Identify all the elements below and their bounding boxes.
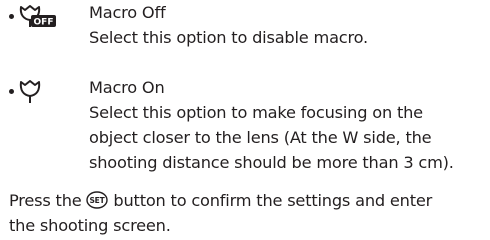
set-button-icon: SET xyxy=(86,191,109,209)
svg-text:OFF: OFF xyxy=(34,18,54,28)
option-title: Macro On xyxy=(89,78,165,97)
option-description: Select this option to make focusing on t… xyxy=(89,103,423,122)
macro-off-icon: OFF xyxy=(18,4,58,30)
macro-on-icon xyxy=(18,79,58,105)
instruction-line-2: the shooting screen. xyxy=(9,216,171,235)
option-description: object closer to the lens (At the W side… xyxy=(89,128,432,147)
option-description: Select this option to disable macro. xyxy=(89,28,368,47)
instruction-text: button to confirm the settings and enter xyxy=(108,191,433,210)
instruction-text: Press the xyxy=(9,191,87,210)
bullet xyxy=(9,14,14,19)
option-title: Macro Off xyxy=(89,3,166,22)
bullet xyxy=(9,89,14,94)
instruction-paragraph: Press the SET button to confirm the sett… xyxy=(9,188,487,238)
set-label: SET xyxy=(90,196,106,205)
instruction-line-1: Press the SET button to confirm the sett… xyxy=(9,188,487,213)
option-description: shooting distance should be more than 3 … xyxy=(89,153,454,172)
